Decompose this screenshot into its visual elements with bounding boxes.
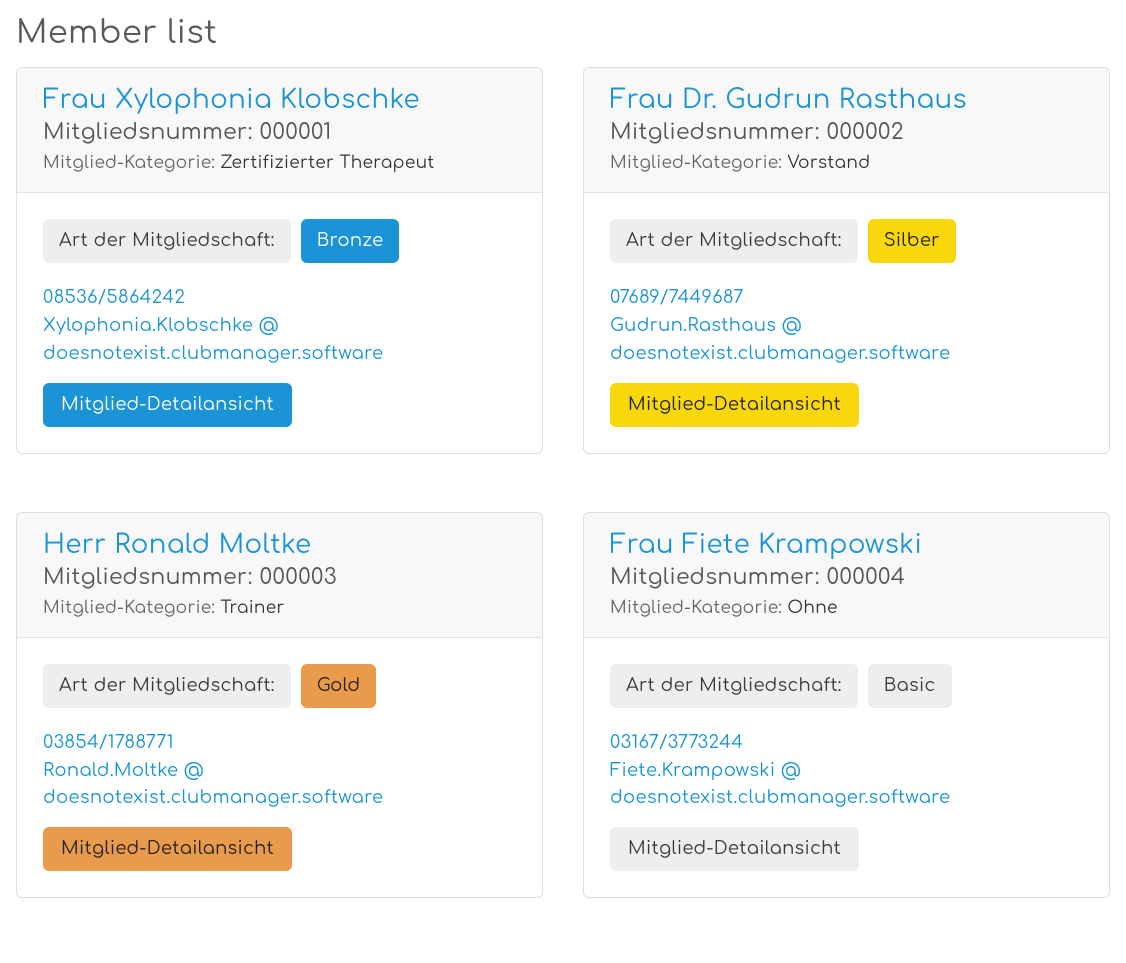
membership-row: Art der Mitgliedschaft: Gold (43, 664, 516, 708)
member-email-link[interactable]: Ronald.Moltke @ doesnotexist.clubmanager… (43, 758, 516, 814)
membership-type-badge: Silber (868, 219, 956, 263)
member-category: Mitglied-Kategorie: Vorstand (610, 153, 1083, 172)
member-category: Mitglied-Kategorie: Zertifizierter Thera… (43, 153, 516, 172)
member-card-header: Frau Xylophonia Klobschke Mitgliedsnumme… (17, 68, 542, 193)
member-category-value: Trainer (220, 598, 284, 617)
member-card: Frau Xylophonia Klobschke Mitgliedsnumme… (16, 67, 543, 454)
membership-type-badge: Gold (301, 664, 377, 708)
member-card-body: Art der Mitgliedschaft: Basic 03167/3773… (584, 638, 1109, 898)
membership-type-label: Art der Mitgliedschaft: (43, 219, 291, 263)
member-name-link[interactable]: Frau Xylophonia Klobschke (43, 86, 516, 115)
member-name-link[interactable]: Frau Dr. Gudrun Rasthaus (610, 86, 1083, 115)
membership-type-label: Art der Mitgliedschaft: (43, 664, 291, 708)
member-card: Herr Ronald Moltke Mitgliedsnummer: 0000… (16, 512, 543, 899)
member-number: Mitgliedsnummer: 000001 (43, 121, 516, 145)
member-category: Mitglied-Kategorie: Ohne (610, 598, 1083, 617)
membership-type-label: Art der Mitgliedschaft: (610, 664, 858, 708)
member-number-value: 000002 (826, 121, 903, 145)
member-card-header: Frau Dr. Gudrun Rasthaus Mitgliedsnummer… (584, 68, 1109, 193)
member-contact: 07689/7449687 Gudrun.Rasthaus @ doesnote… (610, 285, 1083, 369)
member-email-link[interactable]: Gudrun.Rasthaus @ doesnotexist.clubmanag… (610, 313, 1083, 369)
member-detail-button[interactable]: Mitglied-Detailansicht (610, 383, 859, 427)
member-category-prefix: Mitglied-Kategorie: (43, 598, 220, 617)
membership-row: Art der Mitgliedschaft: Bronze (43, 219, 516, 263)
member-phone-link[interactable]: 03854/1788771 (43, 730, 516, 758)
member-detail-button[interactable]: Mitglied-Detailansicht (610, 827, 859, 871)
member-grid: Frau Xylophonia Klobschke Mitgliedsnumme… (16, 67, 1110, 898)
member-card-body: Art der Mitgliedschaft: Gold 03854/17887… (17, 638, 542, 898)
membership-row: Art der Mitgliedschaft: Basic (610, 664, 1083, 708)
member-category-prefix: Mitglied-Kategorie: (610, 153, 787, 172)
member-contact: 03167/3773244 Fiete.Krampowski @ doesnot… (610, 730, 1083, 814)
member-number-prefix: Mitgliedsnummer: (610, 121, 826, 145)
membership-type-badge: Bronze (301, 219, 400, 263)
member-email-link[interactable]: Fiete.Krampowski @ doesnotexist.clubmana… (610, 758, 1083, 814)
member-card-header: Frau Fiete Krampowski Mitgliedsnummer: 0… (584, 513, 1109, 638)
member-category-value: Ohne (787, 598, 837, 617)
member-phone-link[interactable]: 07689/7449687 (610, 285, 1083, 313)
member-name-link[interactable]: Frau Fiete Krampowski (610, 531, 1083, 560)
member-category-value: Vorstand (787, 153, 870, 172)
member-category: Mitglied-Kategorie: Trainer (43, 598, 516, 617)
page-title: Member list (16, 16, 1110, 51)
member-card-body: Art der Mitgliedschaft: Bronze 08536/586… (17, 193, 542, 453)
member-number-prefix: Mitgliedsnummer: (43, 566, 259, 590)
member-card: Frau Fiete Krampowski Mitgliedsnummer: 0… (583, 512, 1110, 899)
member-detail-button[interactable]: Mitglied-Detailansicht (43, 383, 292, 427)
member-contact: 03854/1788771 Ronald.Moltke @ doesnotexi… (43, 730, 516, 814)
member-name-link[interactable]: Herr Ronald Moltke (43, 531, 516, 560)
member-card-body: Art der Mitgliedschaft: Silber 07689/744… (584, 193, 1109, 453)
member-card: Frau Dr. Gudrun Rasthaus Mitgliedsnummer… (583, 67, 1110, 454)
member-number-prefix: Mitgliedsnummer: (610, 566, 826, 590)
member-phone-link[interactable]: 03167/3773244 (610, 730, 1083, 758)
member-number-value: 000003 (259, 566, 336, 590)
member-contact: 08536/5864242 Xylophonia.Klobschke @ doe… (43, 285, 516, 369)
membership-type-label: Art der Mitgliedschaft: (610, 219, 858, 263)
member-category-prefix: Mitglied-Kategorie: (610, 598, 787, 617)
member-number: Mitgliedsnummer: 000004 (610, 566, 1083, 590)
membership-row: Art der Mitgliedschaft: Silber (610, 219, 1083, 263)
member-number: Mitgliedsnummer: 000003 (43, 566, 516, 590)
member-category-prefix: Mitglied-Kategorie: (43, 153, 220, 172)
member-number-value: 000001 (259, 121, 331, 145)
member-email-link[interactable]: Xylophonia.Klobschke @ doesnotexist.club… (43, 313, 516, 369)
member-number-prefix: Mitgliedsnummer: (43, 121, 259, 145)
member-card-header: Herr Ronald Moltke Mitgliedsnummer: 0000… (17, 513, 542, 638)
member-number-value: 000004 (826, 566, 905, 590)
member-category-value: Zertifizierter Therapeut (220, 153, 434, 172)
member-number: Mitgliedsnummer: 000002 (610, 121, 1083, 145)
membership-type-badge: Basic (868, 664, 952, 708)
member-detail-button[interactable]: Mitglied-Detailansicht (43, 827, 292, 871)
member-phone-link[interactable]: 08536/5864242 (43, 285, 516, 313)
